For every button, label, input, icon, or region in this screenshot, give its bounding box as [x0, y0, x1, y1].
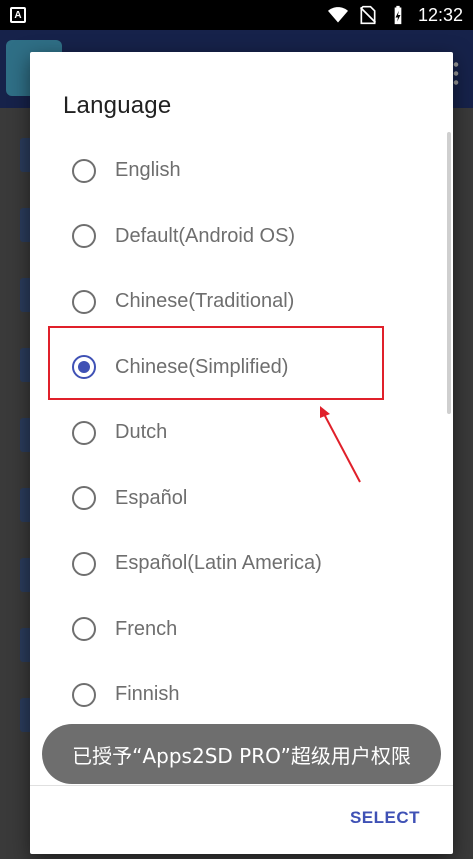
toast-message: 已授予“Apps2SD PRO”超级用户权限 — [42, 724, 441, 784]
language-option-label: Dutch — [115, 421, 168, 444]
battery-charging-icon — [394, 5, 402, 25]
app-notification-icon: A — [10, 7, 26, 23]
radio-unchecked-icon[interactable] — [72, 551, 96, 576]
status-time: 12:32 — [417, 4, 463, 25]
language-option-label: English — [115, 159, 181, 182]
no-sim-icon — [359, 5, 377, 25]
language-option-label: Chinese(Traditional) — [115, 290, 295, 313]
radio-unchecked-icon[interactable] — [72, 158, 96, 183]
radio-unchecked-icon[interactable] — [72, 682, 96, 707]
language-option-label: Español(Latin America) — [115, 552, 322, 575]
radio-unchecked-icon[interactable] — [72, 224, 96, 249]
language-option[interactable]: Dutch — [30, 400, 453, 466]
language-option-label: Español — [115, 486, 188, 509]
radio-unchecked-icon[interactable] — [72, 420, 96, 445]
language-option[interactable]: Default(Android OS) — [30, 204, 453, 270]
language-option-label: Finnish — [115, 683, 180, 706]
radio-unchecked-icon[interactable] — [72, 486, 96, 511]
language-option[interactable]: Chinese(Traditional) — [30, 269, 453, 335]
language-list: English Default(Android OS) Chinese(Tradit… — [30, 138, 453, 728]
overflow-menu-icon — [453, 60, 459, 86]
annotation-arrow-icon — [320, 406, 361, 483]
wifi-icon — [327, 7, 348, 23]
status-bar: A 12:32 — [0, 0, 473, 30]
annotation-highlight-box — [48, 326, 384, 400]
select-button[interactable]: SELECT — [350, 808, 420, 828]
language-option[interactable]: Español(Latin America) — [30, 531, 453, 597]
dialog-title: Language — [63, 92, 172, 119]
dialog-divider — [30, 785, 453, 786]
language-option[interactable]: Finnish — [30, 662, 453, 728]
language-option-label: French — [115, 617, 178, 640]
language-option[interactable]: Español — [30, 466, 453, 532]
radio-unchecked-icon[interactable] — [72, 289, 96, 314]
language-option[interactable]: French — [30, 597, 453, 663]
radio-unchecked-icon[interactable] — [72, 617, 96, 642]
language-option[interactable]: English — [30, 138, 453, 204]
language-option-label: Default(Android OS) — [115, 224, 296, 247]
